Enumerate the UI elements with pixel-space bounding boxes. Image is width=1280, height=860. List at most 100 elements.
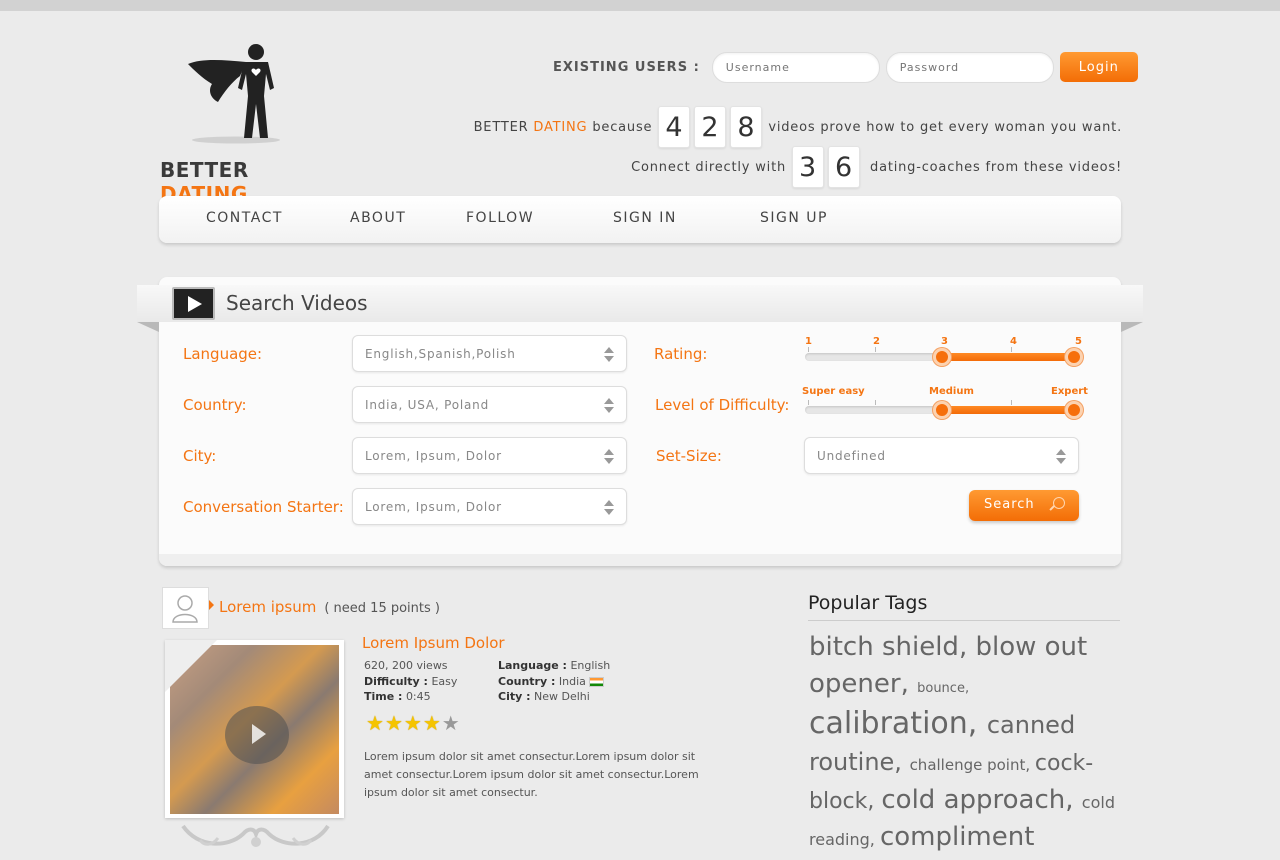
ribbon-fold-left <box>137 322 159 332</box>
tag-separator: , <box>867 789 882 814</box>
logo-text-better: BETTER <box>160 158 249 182</box>
stats-dating: DATING <box>533 119 588 135</box>
tag-link[interactable]: calibration <box>809 706 968 741</box>
slider-tick <box>1011 347 1012 352</box>
slider-handle-min[interactable] <box>933 348 951 366</box>
select-up-icon <box>604 347 614 353</box>
stats-line2-suffix: dating-coaches from these videos! <box>870 159 1122 175</box>
tag-link[interactable]: bounce <box>917 681 965 696</box>
username-input[interactable] <box>711 51 880 83</box>
difficulty-slider[interactable] <box>805 386 1083 419</box>
language-select[interactable]: English,Spanish,Polish <box>352 335 627 372</box>
video-title[interactable]: Lorem Ipsum Dolor <box>362 634 505 652</box>
star-filled-icon[interactable]: ★ <box>404 711 422 735</box>
select-down-icon <box>604 407 614 413</box>
stats-line2-prefix: Connect directly with <box>631 159 787 175</box>
time-meta-label: Time : <box>364 690 403 703</box>
login-form: EXISTING USERS : Login <box>553 51 1138 83</box>
video-meta-right: Language : English Country : India City … <box>498 658 610 705</box>
set-size-label: Set-Size: <box>656 447 722 465</box>
coaches-digit: 3 <box>792 146 825 188</box>
search-videos-title: Search Videos <box>226 291 368 315</box>
select-up-icon <box>604 398 614 404</box>
rating-stars[interactable]: ★ ★ ★ ★ ★ <box>366 711 461 735</box>
conversation-starter-select[interactable]: Lorem, Ipsum, Dolor <box>352 488 627 525</box>
select-up-icon <box>1056 449 1066 455</box>
panel-footer <box>159 554 1121 566</box>
city-label: City: <box>183 447 217 465</box>
tag-separator: , <box>900 669 918 699</box>
slider-tick <box>808 347 809 352</box>
set-size-select[interactable]: Undefined <box>804 437 1079 474</box>
video-meta-left: 620, 200 views Difficulty : Easy Time : … <box>364 658 457 705</box>
avatar[interactable] <box>162 587 209 629</box>
conversation-starter-label: Conversation Starter: <box>183 498 344 516</box>
main-nav: CONTACT ABOUT FOLLOW SIGN IN SIGN UP <box>159 196 1121 243</box>
star-filled-icon[interactable]: ★ <box>385 711 403 735</box>
country-value: India, USA, Poland <box>365 398 489 412</box>
nav-sign-up[interactable]: SIGN UP <box>760 210 828 226</box>
language-label: Language: <box>183 345 263 363</box>
difficulty-label: Level of Difficulty: <box>655 396 790 414</box>
tag-link[interactable]: cold approach <box>881 785 1065 815</box>
play-icon[interactable] <box>225 706 289 764</box>
coaches-counter: 3 6 <box>792 146 864 188</box>
star-empty-icon[interactable]: ★ <box>442 711 460 735</box>
language-meta-label: Language : <box>498 659 567 672</box>
star-filled-icon[interactable]: ★ <box>366 711 384 735</box>
password-input[interactable] <box>885 51 1054 83</box>
slider-handle-max[interactable] <box>1065 401 1083 419</box>
logo[interactable]: BETTER DATING <box>158 40 338 206</box>
tag-separator: , <box>1025 756 1035 774</box>
star-filled-icon[interactable]: ★ <box>423 711 441 735</box>
slider-tick <box>875 347 876 352</box>
rating-label: Rating: <box>654 345 708 363</box>
videos-digit: 8 <box>730 106 763 148</box>
nav-contact[interactable]: CONTACT <box>206 210 283 226</box>
search-icon <box>1053 497 1065 509</box>
nav-follow[interactable]: FOLLOW <box>466 210 534 226</box>
city-meta-label: City : <box>498 690 531 703</box>
country-select[interactable]: India, USA, Poland <box>352 386 627 423</box>
stats-line1-suffix: videos prove how to get every woman you … <box>768 119 1122 135</box>
login-button[interactable]: Login <box>1059 52 1138 82</box>
slider-handle-min[interactable] <box>933 401 951 419</box>
city-value: Lorem, Ipsum, Dolor <box>365 449 502 463</box>
country-meta-label: Country : <box>498 674 556 688</box>
country-label: Country: <box>183 396 247 414</box>
slider-handle-max[interactable] <box>1065 348 1083 366</box>
set-size-value: Undefined <box>817 449 886 463</box>
rating-slider[interactable] <box>805 333 1083 366</box>
language-meta-value: English <box>570 659 611 672</box>
nav-sign-in[interactable]: SIGN IN <box>613 210 677 226</box>
difficulty-meta-label: Difficulty : <box>364 674 428 688</box>
search-button[interactable]: Search <box>969 490 1079 521</box>
page-corner-fold <box>165 640 217 692</box>
difficulty-meta-value: Easy <box>431 674 458 688</box>
slider-fill <box>942 353 1074 361</box>
city-select[interactable]: Lorem, Ipsum, Dolor <box>352 437 627 474</box>
tag-separator: , <box>1065 785 1082 815</box>
nav-about[interactable]: ABOUT <box>350 210 406 226</box>
select-down-icon <box>604 458 614 464</box>
tag-separator: , <box>958 632 976 662</box>
slider-tick <box>1011 400 1012 405</box>
tag-link[interactable]: bitch shield <box>809 632 959 662</box>
tags-divider <box>808 620 1120 621</box>
tag-link[interactable]: challenge point <box>910 756 1026 774</box>
videos-digit: 2 <box>694 106 727 148</box>
conversation-starter-value: Lorem, Ipsum, Dolor <box>365 500 502 514</box>
user-avatar-icon <box>172 595 198 623</box>
user-name-link[interactable]: Lorem ipsum <box>219 598 316 616</box>
popular-tags-title: Popular Tags <box>808 592 928 614</box>
ornament-flourish-icon <box>181 824 330 847</box>
video-views: 620, 200 views <box>364 659 448 672</box>
slider-tick <box>875 400 876 405</box>
top-bar <box>0 0 1280 11</box>
superhero-logo-icon <box>188 44 280 144</box>
stats-better: BETTER <box>473 119 529 135</box>
user-points: ( need 15 points ) <box>324 601 440 616</box>
coaches-counter-line: Connect directly with 3 6 dating-coaches… <box>631 146 1122 188</box>
select-up-icon <box>604 449 614 455</box>
videos-counter: 4 2 8 <box>658 106 766 148</box>
